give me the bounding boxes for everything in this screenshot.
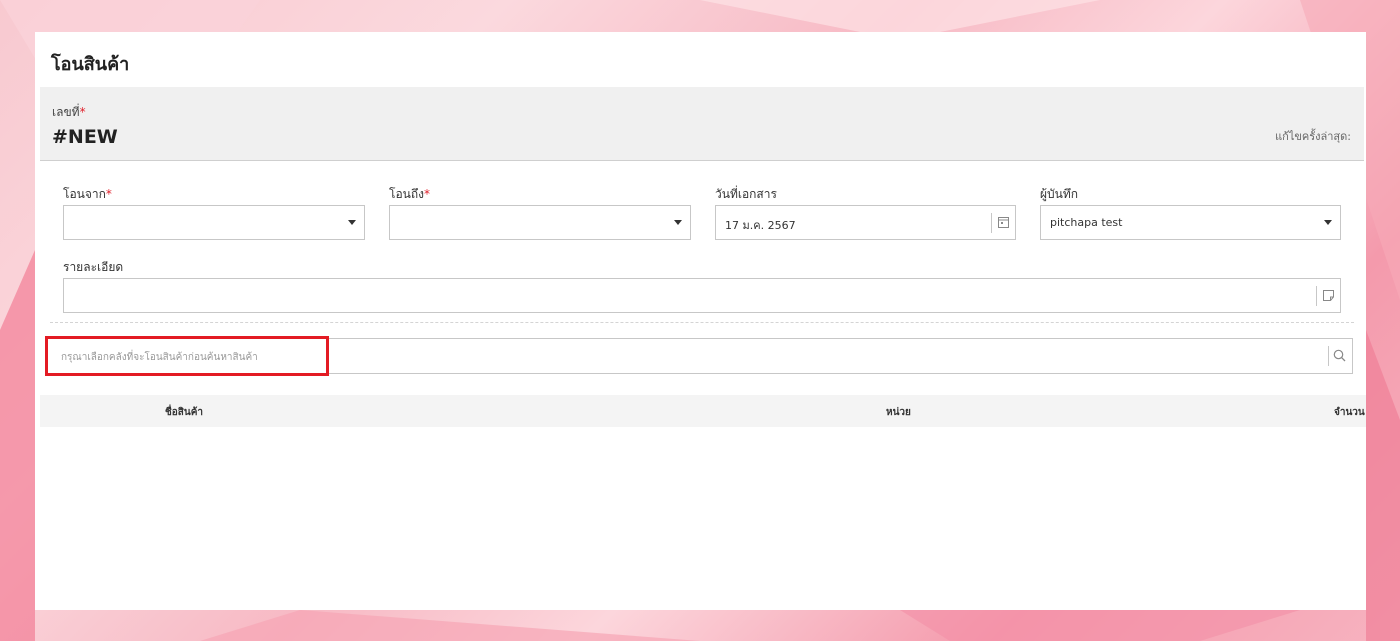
product-table-header: ชื่อสินค้า หน่วย จำนวน <box>40 395 1366 427</box>
section-divider <box>50 322 1354 323</box>
document-header: เลขที่* #NEW แก้ไขครั้งล่าสุด: <box>40 87 1364 161</box>
document-number-label: เลขที่* <box>52 105 86 119</box>
column-header-product-name: ชื่อสินค้า <box>165 407 204 418</box>
divider <box>1328 346 1329 366</box>
note-icon <box>1323 290 1334 301</box>
search-placeholder: กรุณาเลือกคลังที่จะโอนสินค้าก่อนค้นหาสิน… <box>61 352 258 363</box>
search-icon[interactable] <box>1333 349 1346 362</box>
transfer-form-card: โอนสินค้า เลขที่* #NEW แก้ไขครั้งล่าสุด:… <box>35 32 1366 610</box>
caret-down-icon <box>1324 220 1332 225</box>
recorder-select[interactable]: pitchapa test <box>1040 205 1341 240</box>
recorder-value: pitchapa test <box>1050 216 1123 229</box>
to-label: โอนถึง* <box>389 187 430 201</box>
page-title: โอนสินค้า <box>51 54 130 75</box>
calendar-icon[interactable] <box>998 216 1009 228</box>
document-number: #NEW <box>52 126 118 148</box>
column-header-quantity: จำนวน <box>1334 407 1365 418</box>
required-mark: * <box>79 105 86 119</box>
divider <box>991 213 992 233</box>
document-date-input[interactable]: 17 ม.ค. 2567 <box>715 205 1016 240</box>
product-search-input[interactable]: กรุณาเลือกคลังที่จะโอนสินค้าก่อนค้นหาสิน… <box>45 338 1353 374</box>
document-date-label: วันที่เอกสาร <box>715 187 777 201</box>
caret-down-icon <box>674 220 682 225</box>
details-input[interactable] <box>63 278 1341 313</box>
from-label: โอนจาก* <box>63 187 112 201</box>
document-date-value: 17 ม.ค. 2567 <box>725 219 796 232</box>
caret-down-icon <box>348 220 356 225</box>
to-warehouse-select[interactable] <box>389 205 691 240</box>
details-label: รายละเอียด <box>63 260 124 274</box>
from-warehouse-select[interactable] <box>63 205 365 240</box>
recorder-label: ผู้บันทึก <box>1040 187 1079 201</box>
divider <box>1316 286 1317 306</box>
column-header-unit: หน่วย <box>886 407 911 418</box>
last-edited-label: แก้ไขครั้งล่าสุด: <box>1275 130 1351 143</box>
